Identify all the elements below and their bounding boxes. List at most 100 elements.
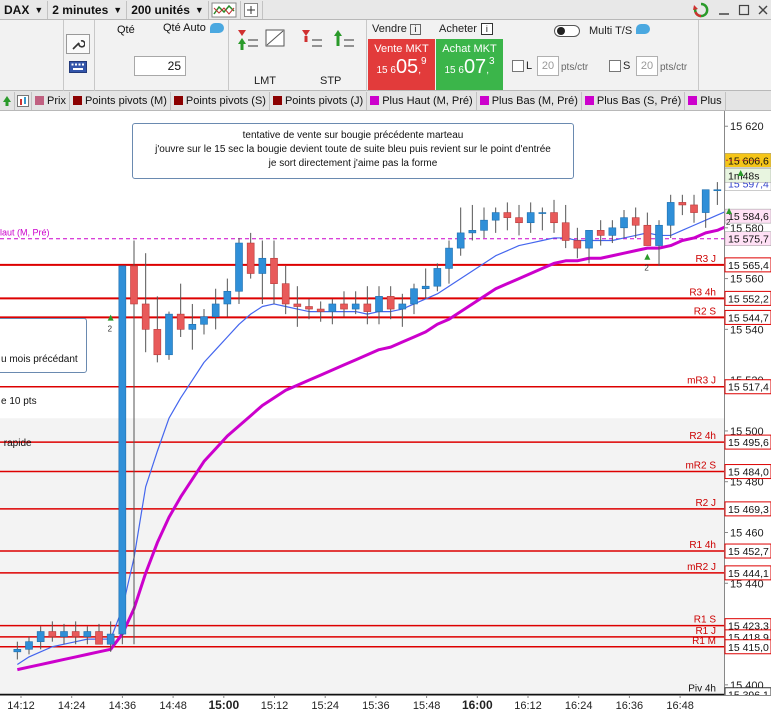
candle-body (36, 631, 45, 642)
sell-mkt-price: 15 605,9 (376, 56, 427, 78)
annotation-left[interactable]: u mois précédant e 10 pts rapide (0, 318, 87, 449)
divider (63, 20, 64, 91)
wrench-button[interactable] (66, 34, 90, 54)
pivot-level-label: R1 S (694, 615, 717, 626)
level-price-text: 15 517,4 (728, 382, 769, 394)
instrument-dropdown[interactable]: DAX ▼ (0, 0, 49, 19)
info-icon[interactable]: i (480, 23, 493, 35)
multi-ts-toggle[interactable] (554, 25, 580, 37)
sell-price-big: 05 (395, 56, 419, 78)
indicator-item[interactable]: Plus Bas (S, Pré) (582, 91, 686, 110)
units-dropdown[interactable]: 200 unités ▼ (127, 0, 209, 19)
indicator-item[interactable]: Plus (685, 91, 726, 110)
annotation-main[interactable]: tentative de vente sur bougie précédente… (132, 123, 574, 179)
candle-body (95, 631, 103, 645)
sell-mkt-label: Vente MKT (374, 43, 429, 55)
long-pts-input[interactable]: 20 (537, 56, 559, 76)
indicator-color-swatch (370, 96, 380, 105)
price-tag-text: 15 575,7 (728, 234, 769, 246)
candle-body (293, 303, 302, 307)
annotation-line: e 10 pts (1, 396, 37, 407)
chart-style-button[interactable] (209, 0, 241, 19)
time-axis-label: 15:48 (413, 700, 441, 712)
long-checkbox[interactable] (512, 60, 524, 75)
price-tag-text: 15 606,6 (728, 155, 769, 167)
stp-buttons[interactable] (298, 26, 356, 59)
pivot-level-label: mR2 J (687, 562, 716, 573)
chart-up-button[interactable] (0, 91, 15, 110)
time-axis-label: 14:24 (58, 700, 86, 712)
minimize-button[interactable] (713, 1, 735, 19)
candle-body (165, 313, 173, 356)
indicator-item[interactable]: Prix (32, 91, 70, 110)
multi-ts-info-icon[interactable] (636, 23, 650, 37)
lmt-buttons[interactable] (234, 26, 292, 59)
candle-body (491, 212, 500, 221)
short-pts-input[interactable]: 20 (636, 56, 658, 76)
indicator-item[interactable]: Points pivots (M) (70, 91, 171, 110)
candle-body (445, 247, 453, 269)
pivot-level-label: R3 4h (689, 287, 716, 298)
close-button[interactable] (752, 1, 771, 19)
level-price-text: 15 415,0 (728, 642, 769, 654)
price-chart[interactable]: R3 J R3 4h R2 S mR3 J R2 4h mR2 S R2 J R1 4h mR2… (0, 111, 771, 715)
refresh-button[interactable] (690, 1, 712, 19)
info-bubble-icon (636, 24, 650, 34)
price-axis-label: 15 560 (730, 274, 764, 286)
indicator-color-swatch (272, 96, 282, 105)
minimize-icon (719, 13, 729, 15)
candle-body (526, 212, 535, 224)
indicator-label: Plus Bas (S, Pré) (596, 94, 682, 107)
lmt-label: LMT (254, 75, 276, 87)
indicator-item[interactable]: Points pivots (S) (171, 91, 270, 110)
level-price-text: 15 495,6 (728, 437, 769, 449)
candle-body (48, 631, 57, 637)
indicator-item[interactable]: Points pivots (J) (270, 91, 368, 110)
multi-ts-label: Multi T/S (589, 25, 633, 37)
indicator-item[interactable]: Plus Haut (M, Pré) (367, 91, 477, 110)
qty-input[interactable]: 25 (134, 56, 186, 76)
candle-body (585, 230, 593, 249)
short-checkbox[interactable] (609, 60, 621, 75)
annotation-line: j'ouvre sur le 15 sec la bougie devient … (155, 144, 551, 155)
time-axis-label: 14:48 (159, 700, 187, 712)
level-price-text: 15 444,1 (728, 568, 769, 580)
time-axis-label: 15:00 (208, 698, 239, 712)
time-axis-label: 16:24 (565, 700, 593, 712)
qty-auto-toggle[interactable]: Qté Auto (163, 22, 224, 34)
info-icon[interactable]: i (409, 23, 421, 35)
buy-mkt-price: 15 607,3 (444, 56, 495, 78)
qty-label: Qté (117, 24, 135, 36)
keyboard-button[interactable] (66, 58, 90, 76)
indicator-item[interactable]: Plus Bas (M, Pré) (477, 91, 582, 110)
candle-body (351, 303, 360, 310)
buy-market-button[interactable]: Achat MKT 15 607,3 (436, 39, 503, 90)
buy-mkt-label: Achat MKT (442, 43, 497, 55)
candle-body (608, 227, 617, 236)
order-panel: Qté Qté Auto 25 LMT STP Vendre i Acheter… (0, 20, 771, 91)
time-axis-label: 15:12 (261, 700, 289, 712)
level-price-text: 15 565,4 (728, 260, 769, 272)
time-axis-label: 14:12 (7, 700, 35, 712)
candle-body (666, 202, 675, 226)
buy-label: Acheter (439, 23, 477, 35)
candle-body (550, 212, 558, 224)
buy-header: Acheter i (439, 23, 493, 35)
candle-body (188, 323, 197, 330)
time-axis-label: 16:48 (666, 700, 694, 712)
annotation-line: je sort directement j'aime pas la forme (268, 158, 438, 169)
annotation-line: u mois précédant (1, 354, 78, 365)
interval-dropdown[interactable]: 2 minutes ▼ (48, 0, 128, 19)
previous-high-label: laut (M, Pré) (0, 228, 50, 238)
candle-timer-text: 1m48s (728, 170, 760, 182)
candle-body (433, 268, 442, 287)
stop-order-icon (302, 30, 354, 47)
candle-body (515, 217, 523, 224)
pivot-level-label: Piv 4h (688, 684, 716, 695)
candle-body (270, 257, 278, 284)
sell-market-button[interactable]: Vente MKT 15 605,9 (368, 39, 435, 90)
stp-label: STP (320, 75, 342, 87)
candle-body (620, 217, 628, 229)
chart-view-button[interactable] (15, 91, 32, 110)
add-indicator-button[interactable] (241, 0, 263, 19)
